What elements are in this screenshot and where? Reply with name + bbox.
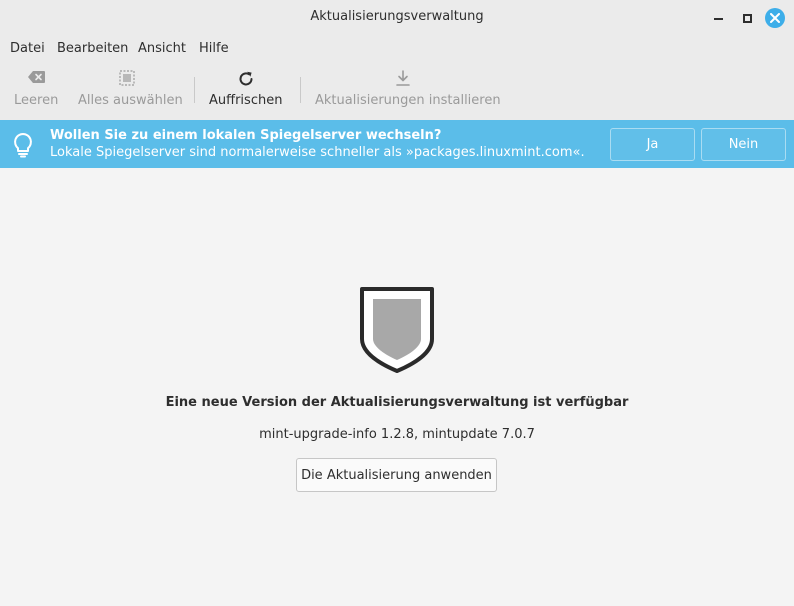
refresh-label: Auffrischen <box>209 93 283 108</box>
menu-bearbeiten[interactable]: Bearbeiten <box>57 41 128 56</box>
maximize-button[interactable] <box>737 8 757 28</box>
close-button[interactable] <box>765 8 785 28</box>
install-updates-label: Aktualisierungen installieren <box>315 93 501 108</box>
toolbar: Leeren Alles auswählen Auffrischen Aktua… <box>0 62 794 120</box>
apply-update-button[interactable]: Die Aktualisierung anwenden <box>296 458 497 492</box>
install-updates-button[interactable]: Aktualisierungen installieren <box>315 62 501 120</box>
menu-hilfe[interactable]: Hilfe <box>199 41 229 56</box>
menu-datei[interactable]: Datei <box>10 41 45 56</box>
clear-button[interactable]: Leeren <box>14 62 58 120</box>
refresh-button[interactable]: Auffrischen <box>209 62 283 120</box>
version-info: mint-upgrade-info 1.2.8, mintupdate 7.0.… <box>259 427 535 442</box>
main-content: Eine neue Version der Aktualisierungsver… <box>0 168 794 606</box>
minimize-button[interactable] <box>708 8 728 28</box>
refresh-icon <box>239 71 253 86</box>
select-all-button[interactable]: Alles auswählen <box>78 62 183 120</box>
backspace-icon <box>28 71 45 83</box>
menu-ansicht[interactable]: Ansicht <box>138 41 186 56</box>
infobar-description: Lokale Spiegelserver sind normalerweise … <box>50 145 585 160</box>
title-bar[interactable]: Aktualisierungsverwaltung <box>0 0 794 36</box>
no-button[interactable]: Nein <box>701 128 786 161</box>
select-all-label: Alles auswählen <box>78 93 183 108</box>
lightbulb-icon <box>14 133 32 158</box>
toolbar-separator <box>300 77 301 103</box>
maximize-icon <box>742 13 752 23</box>
close-icon <box>770 13 780 23</box>
update-available-headline: Eine neue Version der Aktualisierungsver… <box>165 395 629 410</box>
window-title: Aktualisierungsverwaltung <box>310 9 484 24</box>
yes-button[interactable]: Ja <box>610 128 695 161</box>
select-all-icon <box>119 70 135 86</box>
minimize-icon <box>713 18 723 20</box>
shield-icon <box>360 287 434 373</box>
clear-label: Leeren <box>14 93 59 108</box>
update-manager-window: Aktualisierungsverwaltung Datei Bearbeit… <box>0 0 794 606</box>
mirror-infobar: Wollen Sie zu einem lokalen Spiegelserve… <box>0 120 794 168</box>
toolbar-separator <box>194 77 195 103</box>
infobar-question: Wollen Sie zu einem lokalen Spiegelserve… <box>50 128 442 143</box>
download-icon <box>396 70 410 86</box>
menu-bar: Datei Bearbeiten Ansicht Hilfe <box>0 36 794 62</box>
